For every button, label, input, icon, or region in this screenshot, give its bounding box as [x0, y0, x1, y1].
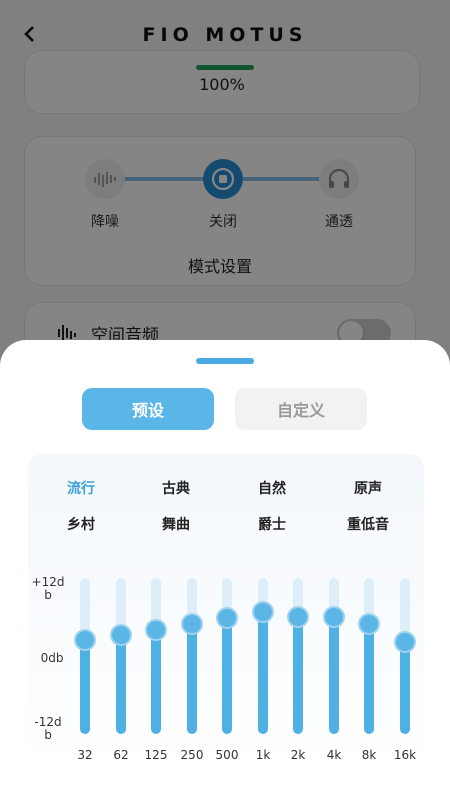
- eq-knob[interactable]: [76, 631, 94, 649]
- eq-freq-label: 32: [77, 748, 93, 762]
- eq-freq-label: 16k: [393, 748, 417, 762]
- eq-fill: [187, 624, 197, 734]
- eq-fill: [329, 617, 339, 734]
- y-label-max-text: +12d: [31, 575, 65, 589]
- tab-preset[interactable]: 预设: [82, 388, 214, 430]
- preset-dance[interactable]: 舞曲: [141, 514, 211, 534]
- tab-custom[interactable]: 自定义: [235, 388, 367, 430]
- eq-freq-label: 8k: [361, 748, 377, 762]
- eq-knob[interactable]: [112, 626, 130, 644]
- sheet-drag-handle[interactable]: [196, 358, 254, 364]
- preset-pop[interactable]: 流行: [46, 478, 116, 498]
- eq-fill: [258, 612, 268, 734]
- y-label-mid-text: 0db: [40, 651, 64, 665]
- eq-freq-label: 500: [215, 748, 239, 762]
- eq-fill: [293, 617, 303, 734]
- eq-knob[interactable]: [183, 615, 201, 633]
- eq-knob[interactable]: [147, 621, 165, 639]
- eq-fill: [151, 630, 161, 734]
- eq-knob[interactable]: [396, 633, 414, 651]
- eq-fill: [222, 618, 232, 734]
- preset-natural[interactable]: 自然: [237, 478, 307, 498]
- preset-classical[interactable]: 古典: [141, 478, 211, 498]
- y-label-max: +12d b: [28, 576, 68, 602]
- eq-knob[interactable]: [325, 608, 343, 626]
- y-label-mid: 0db: [32, 652, 72, 665]
- preset-jazz[interactable]: 爵士: [237, 514, 307, 534]
- eq-knob[interactable]: [218, 609, 236, 627]
- y-label-min-text: -12d: [34, 715, 62, 729]
- eq-fill: [80, 640, 90, 734]
- eq-freq-label: 2k: [290, 748, 306, 762]
- eq-fill: [400, 642, 410, 734]
- eq-knob[interactable]: [360, 615, 378, 633]
- y-label-max-unit: b: [44, 588, 52, 602]
- preset-country[interactable]: 乡村: [46, 514, 116, 534]
- y-label-min-unit: b: [44, 728, 52, 742]
- y-label-min: -12d b: [28, 716, 68, 742]
- preset-bass-boost[interactable]: 重低音: [333, 514, 403, 534]
- eq-freq-label: 4k: [326, 748, 342, 762]
- eq-freq-label: 125: [144, 748, 168, 762]
- preset-acoustic[interactable]: 原声: [333, 478, 403, 498]
- eq-sliders: +12d b 0db -12d b 32 62 125 250 500 1k 2k 4k 8k 16k: [0, 570, 450, 770]
- eq-freq-label: 1k: [255, 748, 271, 762]
- eq-knob[interactable]: [254, 603, 272, 621]
- eq-freq-label: 62: [113, 748, 129, 762]
- eq-knob[interactable]: [289, 608, 307, 626]
- eq-fill: [364, 624, 374, 734]
- eq-fill: [116, 635, 126, 734]
- eq-freq-label: 250: [180, 748, 204, 762]
